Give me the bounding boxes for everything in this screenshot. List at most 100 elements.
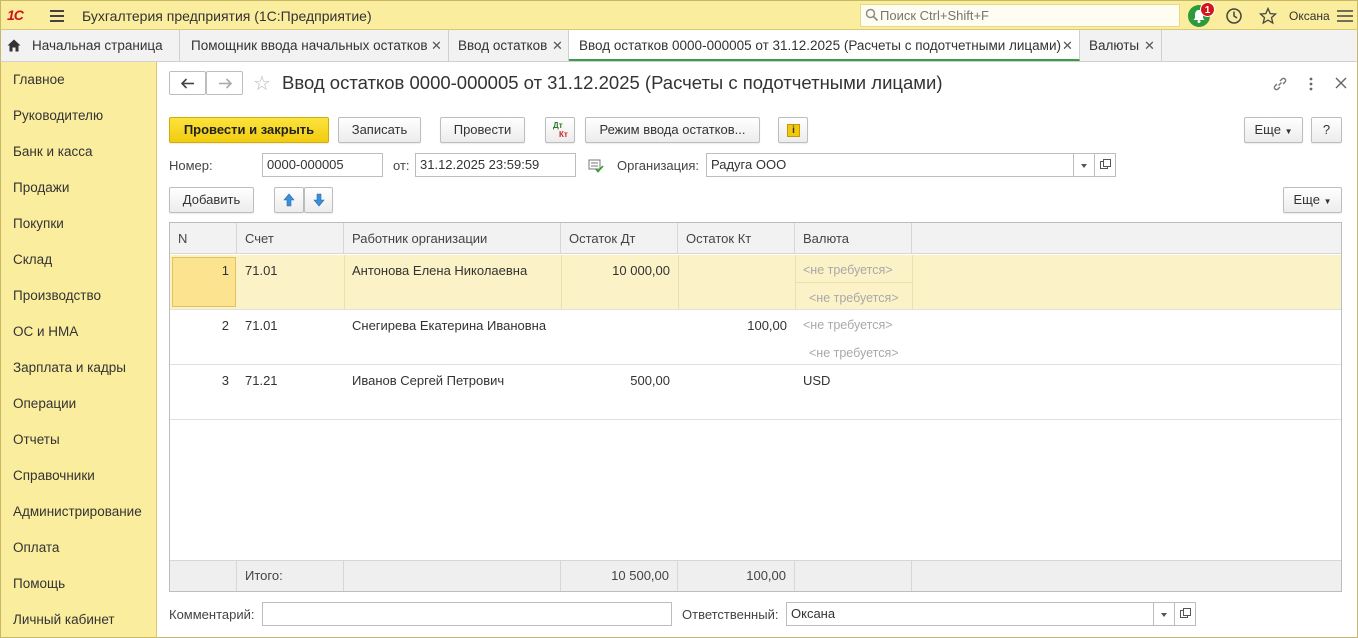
row-account[interactable]: 71.01 — [245, 318, 278, 333]
table-row[interactable]: 3 71.21 Иванов Сергей Петрович 500,00 US… — [170, 365, 1341, 420]
document-status-icon — [588, 159, 604, 173]
organization-field[interactable]: Радуга ООО — [706, 153, 1074, 177]
home-icon — [7, 39, 21, 52]
add-row-button[interactable]: Добавить — [169, 187, 254, 213]
organization-dropdown-button[interactable] — [1074, 153, 1095, 177]
tab-label: Ввод остатков 0000-000005 от 31.12.2025 … — [579, 38, 1061, 53]
sidebar-item-fixed-assets[interactable]: ОС и НМА — [13, 324, 78, 339]
sidebar-item-sales[interactable]: Продажи — [13, 180, 69, 195]
tab-home[interactable]: Начальная страница — [1, 30, 180, 61]
menu-icon[interactable] — [50, 10, 64, 22]
number-field[interactable]: 0000-000005 — [262, 153, 383, 177]
tab-close-icon[interactable]: ✕ — [1062, 30, 1073, 61]
date-label: от: — [393, 158, 410, 173]
sidebar: Главное Руководителю Банк и касса Продаж… — [0, 62, 157, 638]
settings-menu-icon[interactable] — [1337, 9, 1353, 23]
sidebar-item-operations[interactable]: Операции — [13, 396, 76, 411]
column-header-kt[interactable]: Остаток Кт — [678, 223, 795, 254]
row-dt[interactable]: 500,00 — [561, 373, 670, 388]
move-down-button[interactable] — [304, 187, 333, 213]
tab-opening-balances-assistant[interactable]: Помощник ввода начальных остатков ✕ — [180, 30, 449, 61]
row-employee[interactable]: Снегирева Екатерина Ивановна — [352, 318, 546, 333]
dropdown-arrow-icon: ▼ — [1323, 197, 1332, 206]
close-icon[interactable] — [1335, 77, 1347, 89]
save-button[interactable]: Записать — [338, 117, 421, 143]
more-button[interactable]: Еще ▼ — [1244, 117, 1303, 143]
row-account[interactable]: 71.21 — [245, 373, 278, 388]
comment-field[interactable] — [262, 602, 672, 626]
sidebar-item-help[interactable]: Помощь — [13, 576, 65, 591]
sidebar-item-bank[interactable]: Банк и касса — [13, 144, 93, 159]
tab-close-icon[interactable]: ✕ — [1144, 30, 1155, 61]
sidebar-item-payroll[interactable]: Зарплата и кадры — [13, 360, 126, 375]
row-currency[interactable]: <не требуется> — [803, 263, 893, 277]
sidebar-item-production[interactable]: Производство — [13, 288, 101, 303]
post-button[interactable]: Провести — [440, 117, 525, 143]
sidebar-item-main[interactable]: Главное — [13, 72, 65, 87]
dt-kt-button[interactable]: Дт Кт — [545, 117, 575, 143]
column-header-empty — [912, 223, 1341, 254]
row-account[interactable]: 71.01 — [245, 263, 278, 278]
row-currency-amount[interactable]: <не требуется> — [809, 346, 899, 360]
tab-label: Начальная страница — [32, 38, 163, 53]
tab-balances-entry[interactable]: Ввод остатков ✕ — [449, 30, 569, 61]
responsible-dropdown-button[interactable] — [1154, 602, 1175, 626]
table-row[interactable]: 2 71.01 Снегирева Екатерина Ивановна 100… — [170, 310, 1341, 365]
column-header-currency[interactable]: Валюта — [795, 223, 912, 254]
info-button[interactable]: i — [778, 117, 808, 143]
more-vertical-icon[interactable] — [1308, 76, 1314, 92]
search-box[interactable] — [860, 4, 1180, 27]
tab-label: Помощник ввода начальных остатков — [191, 38, 428, 53]
sidebar-item-payment[interactable]: Оплата — [13, 540, 59, 555]
app-logo[interactable]: 1С — [7, 7, 37, 25]
tab-balances-doc[interactable]: Ввод остатков 0000-000005 от 31.12.2025 … — [569, 30, 1080, 61]
row-currency-amount[interactable]: <не требуется> — [809, 291, 899, 305]
responsible-field[interactable]: Оксана — [786, 602, 1154, 626]
arrow-right-icon — [219, 78, 232, 89]
responsible-open-button[interactable] — [1175, 602, 1196, 626]
favorite-star-icon[interactable]: ☆ — [253, 71, 271, 96]
tab-currencies[interactable]: Валюты ✕ — [1080, 30, 1162, 61]
post-and-close-button[interactable]: Провести и закрыть — [169, 117, 329, 143]
organization-open-button[interactable] — [1095, 153, 1116, 177]
tab-close-icon[interactable]: ✕ — [552, 30, 563, 61]
form-title: Ввод остатков 0000-000005 от 31.12.2025 … — [282, 72, 943, 93]
sidebar-item-catalogs[interactable]: Справочники — [13, 468, 95, 483]
row-kt[interactable]: 100,00 — [678, 318, 787, 333]
column-header-account[interactable]: Счет — [237, 223, 344, 254]
comment-label: Комментарий: — [169, 607, 255, 622]
row-currency[interactable]: USD — [803, 373, 830, 388]
tab-bar: Начальная страница Помощник ввода началь… — [0, 30, 1358, 62]
forward-button[interactable] — [206, 71, 243, 95]
column-header-employee[interactable]: Работник организации — [344, 223, 561, 254]
sidebar-item-reports[interactable]: Отчеты — [13, 432, 60, 447]
number-label: Номер: — [169, 158, 213, 173]
sidebar-item-warehouse[interactable]: Склад — [13, 252, 52, 267]
help-button[interactable]: ? — [1311, 117, 1342, 143]
column-header-dt[interactable]: Остаток Дт — [561, 223, 678, 254]
sidebar-item-director[interactable]: Руководителю — [13, 108, 103, 123]
history-icon[interactable] — [1225, 7, 1243, 25]
link-icon[interactable] — [1272, 76, 1288, 92]
current-user[interactable]: Оксана — [1289, 9, 1330, 23]
totals-label: Итого: — [237, 561, 344, 591]
column-header-n[interactable]: N — [170, 223, 237, 254]
move-up-button[interactable] — [274, 187, 304, 213]
row-employee[interactable]: Иванов Сергей Петрович — [352, 373, 504, 388]
arrow-down-icon — [313, 193, 325, 207]
row-employee[interactable]: Антонова Елена Николаевна — [352, 263, 527, 278]
sidebar-item-account[interactable]: Личный кабинет — [13, 612, 115, 627]
sidebar-item-purchases[interactable]: Покупки — [13, 216, 64, 231]
sidebar-item-administration[interactable]: Администрирование — [13, 504, 142, 519]
favorites-star-icon[interactable] — [1259, 7, 1277, 25]
tab-close-icon[interactable]: ✕ — [431, 30, 442, 61]
table-more-button[interactable]: Еще ▼ — [1283, 187, 1342, 213]
row-dt[interactable]: 10 000,00 — [561, 263, 670, 278]
search-input[interactable] — [880, 7, 1170, 24]
row-currency[interactable]: <не требуется> — [803, 318, 893, 332]
date-field[interactable]: 31.12.2025 23:59:59 — [415, 153, 576, 177]
table-row[interactable]: 1 71.01 Антонова Елена Николаевна 10 000… — [170, 255, 1341, 310]
back-button[interactable] — [169, 71, 206, 95]
top-bar: 1С Бухгалтерия предприятия (1С:Предприят… — [0, 0, 1358, 30]
balance-mode-button[interactable]: Режим ввода остатков... — [585, 117, 760, 143]
